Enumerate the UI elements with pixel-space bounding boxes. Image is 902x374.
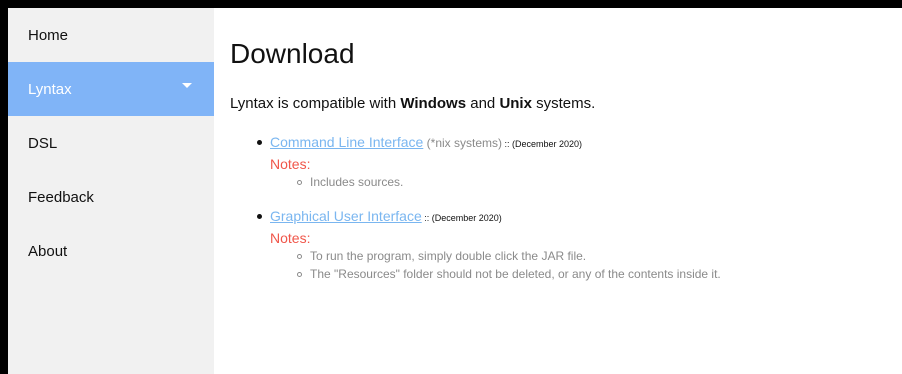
sidebar-item-label: Lyntax [28,80,72,98]
sidebar-item-label: Home [28,26,69,44]
circle-bullet-icon [297,254,302,259]
notes-label: Notes: [270,230,311,246]
intro-suffix: systems. [531,95,596,112]
sidebar-item-dsl[interactable]: DSL [8,116,214,170]
bullet-icon [257,140,262,145]
sidebar-item-about[interactable]: About [8,224,214,278]
platform-note: (*nix systems) [423,136,502,150]
sidebar-item-feedback[interactable]: Feedback [8,170,214,224]
intro-text: Lyntax is compatible with Windows and Un… [230,95,595,112]
sidebar-item-home[interactable]: Home [8,8,214,62]
cli-download-link[interactable]: Command Line Interface [270,134,423,150]
release-date: :: (December 2020) [502,139,583,149]
os-windows: Windows [400,95,467,112]
intro-and: and [466,95,500,112]
sidebar-item-label: DSL [28,134,58,152]
note-item: Includes sources. [270,173,870,191]
download-list: Command Line Interface (*nix systems) ::… [230,134,870,283]
caret-down-icon [182,83,192,88]
sidebar-item-label: Feedback [28,188,94,206]
page-frame: Home Lyntax DSL Feedback About Download … [8,8,902,374]
notes-list: To run the program, simply double click … [270,247,870,283]
page-title: Download [230,38,355,69]
release-date: :: (December 2020) [421,213,502,223]
sidebar-item-lyntax[interactable]: Lyntax [8,62,214,116]
sidebar: Home Lyntax DSL Feedback About [8,8,214,374]
download-item-gui: Graphical User Interface :: (December 20… [230,208,870,283]
intro-prefix: Lyntax is compatible with [230,95,401,112]
main-content: Download Lyntax is compatible with Windo… [214,8,902,374]
note-item: To run the program, simply double click … [270,247,870,265]
circle-bullet-icon [297,272,302,277]
note-item: The "Resources" folder should not be del… [270,265,870,283]
notes-label: Notes: [270,156,311,172]
download-item-cli: Command Line Interface (*nix systems) ::… [230,134,870,191]
bullet-icon [257,214,262,219]
notes-list: Includes sources. [270,173,870,191]
circle-bullet-icon [297,180,302,185]
gui-download-link[interactable]: Graphical User Interface [270,208,422,224]
sidebar-item-label: About [28,242,68,260]
os-unix: Unix [499,95,532,112]
